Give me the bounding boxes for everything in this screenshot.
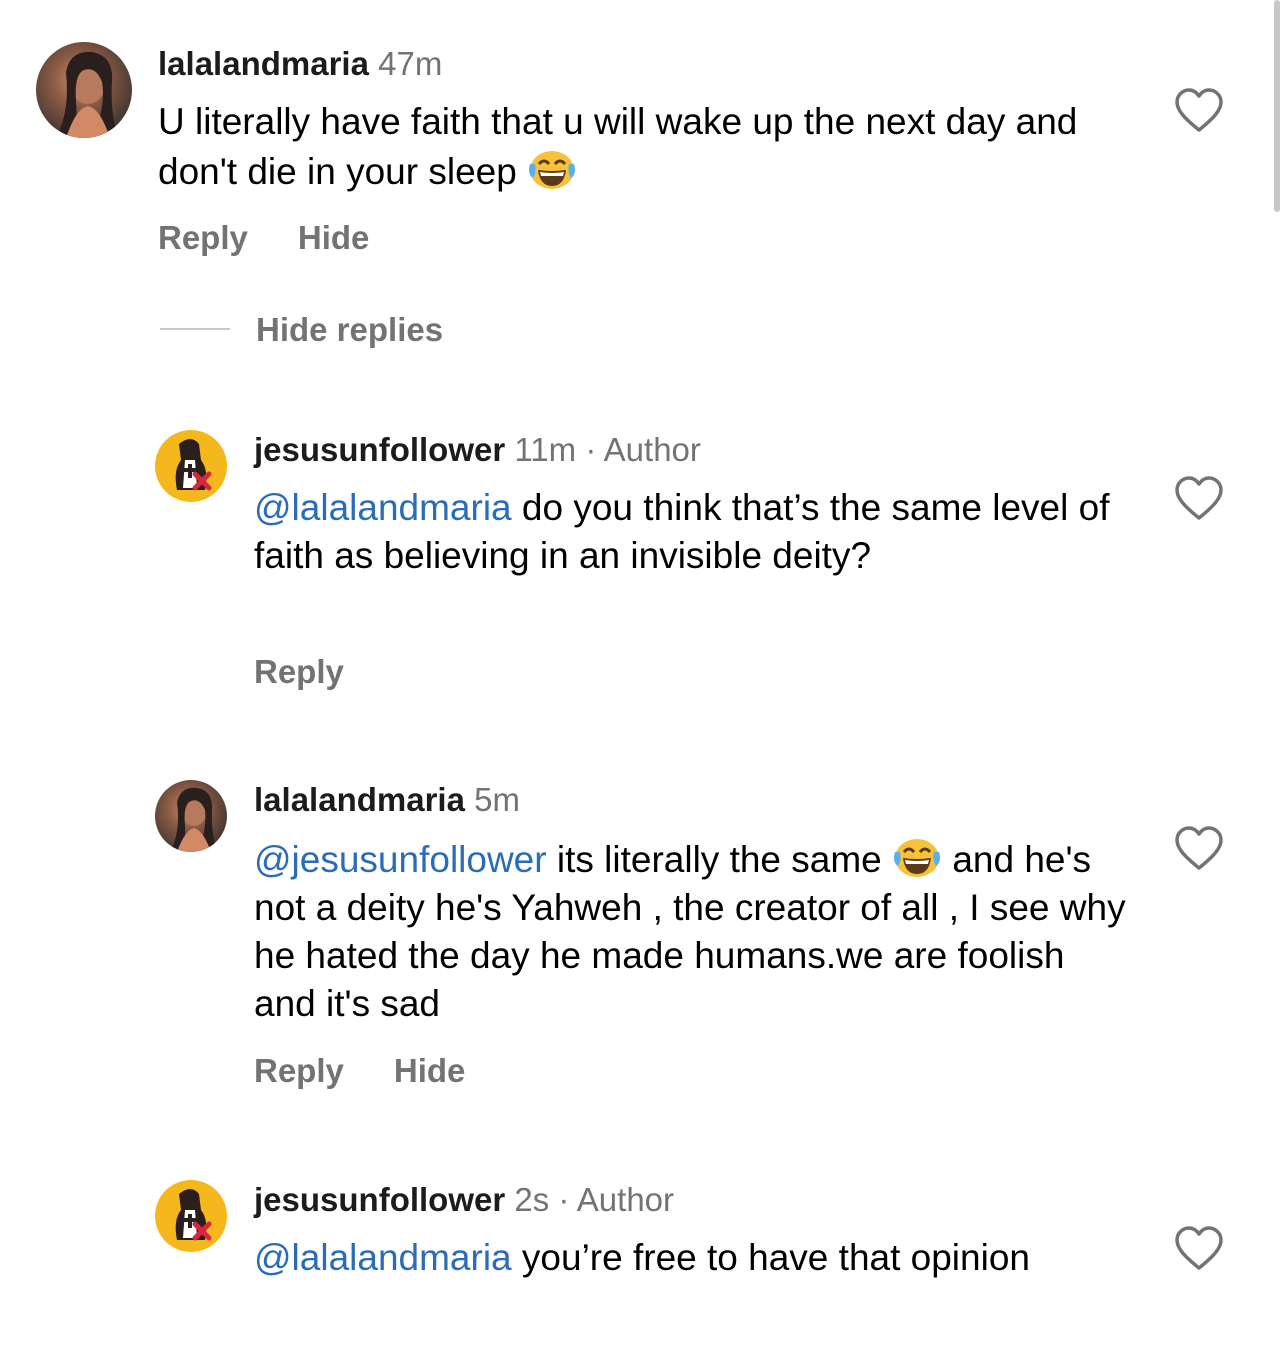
comment-header: lalalandmaria 5m bbox=[254, 780, 520, 820]
reply-button[interactable]: Reply bbox=[254, 652, 344, 692]
timestamp: 2s bbox=[514, 1181, 550, 1218]
timestamp: 5m bbox=[474, 781, 520, 818]
avatar[interactable] bbox=[36, 42, 132, 138]
mention-link[interactable]: @jesusunfollower bbox=[254, 839, 547, 880]
hide-button[interactable]: Hide bbox=[394, 1051, 466, 1091]
comment-text: @lalalandmaria do you think that’s the s… bbox=[254, 487, 1110, 576]
mention-link[interactable]: @lalalandmaria bbox=[254, 487, 512, 528]
author-badge: Author bbox=[576, 1181, 675, 1218]
heart-icon[interactable] bbox=[1174, 826, 1224, 872]
comment-actions: Reply Hide bbox=[254, 1051, 515, 1091]
comment-text: @jesusunfollower its literally the same … bbox=[254, 834, 1134, 1028]
comment-header: jesusunfollower 2s · Author bbox=[254, 1180, 674, 1220]
mention-link[interactable]: @lalalandmaria bbox=[254, 1237, 512, 1278]
heart-icon[interactable] bbox=[1174, 1226, 1224, 1272]
username[interactable]: jesusunfollower bbox=[254, 1181, 505, 1218]
timestamp: 11m bbox=[514, 431, 577, 468]
timestamp: 47m bbox=[378, 45, 443, 82]
username[interactable]: lalalandmaria bbox=[254, 781, 465, 818]
username[interactable]: jesusunfollower bbox=[254, 431, 505, 468]
reply-button[interactable]: Reply bbox=[254, 1051, 344, 1091]
scrollbar[interactable] bbox=[1274, 0, 1280, 212]
comment-text: U literally have faith that u will wake … bbox=[158, 101, 1078, 192]
comment-actions: Reply Hide bbox=[158, 218, 419, 258]
author-badge: Author bbox=[603, 431, 701, 468]
username[interactable]: lalalandmaria bbox=[158, 45, 369, 82]
avatar[interactable] bbox=[155, 430, 227, 502]
avatar[interactable] bbox=[155, 780, 227, 852]
hide-replies-button[interactable]: Hide replies bbox=[256, 310, 443, 350]
hide-button[interactable]: Hide bbox=[298, 218, 370, 258]
comment-header: lalalandmaria 47m bbox=[158, 44, 442, 84]
face-with-tears-of-joy-icon bbox=[529, 151, 576, 189]
comment-actions: Reply bbox=[254, 652, 394, 692]
comment-text: @lalalandmaria you’re free to have that … bbox=[254, 1237, 1030, 1278]
avatar[interactable] bbox=[155, 1180, 227, 1252]
heart-icon[interactable] bbox=[1174, 88, 1224, 134]
heart-icon[interactable] bbox=[1174, 476, 1224, 522]
comment-header: jesusunfollower 11m · Author bbox=[254, 430, 701, 470]
replies-divider bbox=[160, 328, 230, 330]
face-with-tears-of-joy-icon bbox=[894, 839, 941, 877]
separator: · bbox=[558, 1181, 570, 1218]
separator: · bbox=[585, 431, 597, 468]
reply-button[interactable]: Reply bbox=[158, 218, 248, 258]
